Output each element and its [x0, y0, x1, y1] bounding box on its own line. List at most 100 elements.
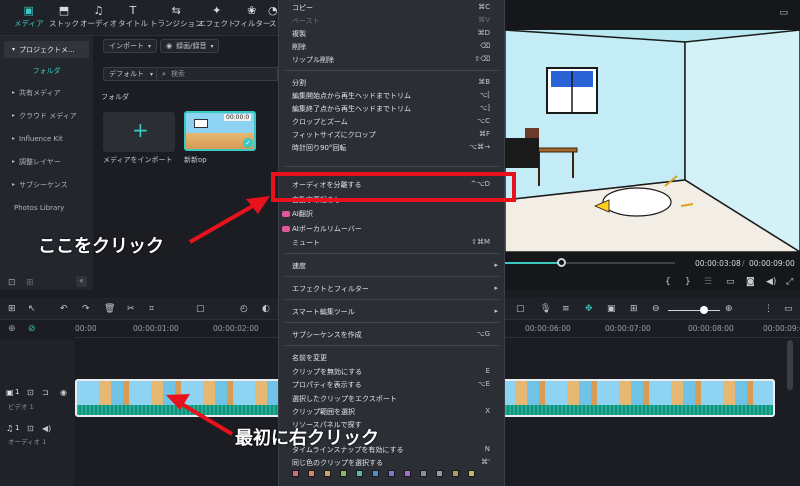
timeline-scrollbar[interactable] — [787, 340, 793, 390]
import-media-card[interactable]: + — [103, 112, 175, 152]
add-track-icon[interactable]: ⊕ — [8, 324, 16, 334]
color-swatch[interactable] — [436, 470, 443, 477]
menu-item-show-properties[interactable]: プロパティを表示する — [292, 380, 362, 390]
fullscreen-icon[interactable]: ⤢ — [786, 277, 793, 287]
snapshot-list-icon[interactable]: ☰ — [704, 277, 712, 287]
layout-icon[interactable]: ⊞ — [8, 304, 16, 314]
more-icon[interactable]: ⋮ — [764, 304, 773, 314]
menu-item-select-range[interactable]: クリップ範囲を選択 — [292, 407, 355, 417]
screen-icon[interactable]: ▭ — [779, 8, 788, 18]
color-swatch[interactable] — [388, 470, 395, 477]
color-swatch[interactable] — [292, 470, 299, 477]
menu-item-crop-zoom[interactable]: クロップとズーム — [292, 117, 348, 127]
link-icon[interactable]: ⊘ — [28, 324, 36, 334]
preview-scrubber-knob[interactable] — [557, 258, 567, 267]
redo-icon[interactable]: ↷ — [82, 304, 90, 314]
menu-item-delete[interactable]: 削除 — [292, 42, 306, 52]
folder-icon[interactable]: ⊡ — [27, 424, 34, 433]
menu-item-split[interactable]: 分割 — [292, 78, 306, 88]
menu-item-paste[interactable]: ペースト — [292, 16, 320, 26]
camera-icon[interactable]: ◙ — [746, 277, 755, 287]
folder-icon[interactable]: ⊞ — [26, 278, 34, 288]
tab-stock[interactable]: ⬒ ストック — [49, 4, 79, 34]
menu-item-smart-edit-tools[interactable]: スマート編集ツール — [292, 307, 355, 317]
preview-scrubber-track[interactable] — [505, 262, 675, 264]
record-button[interactable]: ◉ 録画/録音 ▾ — [160, 39, 220, 53]
crop-icon[interactable]: ⌗ — [149, 304, 154, 314]
undo-icon[interactable]: ↶ — [60, 304, 68, 314]
zoom-slider[interactable] — [668, 310, 720, 311]
tab-filter[interactable]: ❀ フィルター — [233, 4, 270, 34]
menu-item-rotate[interactable]: 時計回り90°回転 — [292, 143, 346, 153]
color-swatch[interactable] — [404, 470, 411, 477]
mark-out-icon[interactable]: } — [685, 277, 691, 287]
tab-title[interactable]: T タイトル — [118, 4, 148, 34]
menu-item-trim-end[interactable]: 編集終了点から再生ヘッドまでトリム — [292, 104, 411, 114]
speaker-icon[interactable]: ◀) — [42, 424, 51, 433]
tab-effect[interactable]: ✦ エフェクト — [198, 4, 236, 34]
menu-item-mute[interactable]: ミュート — [292, 238, 320, 248]
mark-in-icon[interactable]: { — [665, 277, 671, 287]
menu-item-ai-translate[interactable]: AI翻訳 — [292, 209, 313, 219]
trash-icon[interactable]: 🗑 — [104, 304, 115, 314]
tab-sticker[interactable]: ◔ ス — [268, 4, 278, 34]
menu-item-duplicate[interactable]: 複製 — [292, 29, 306, 39]
color-swatch[interactable] — [356, 470, 363, 477]
grid-icon[interactable]: ⊞ — [630, 304, 638, 314]
scissors-icon[interactable]: ✂ — [127, 304, 135, 314]
text-tool-icon[interactable]: ▢ — [196, 304, 205, 314]
volume-icon[interactable]: ◀) — [766, 277, 776, 287]
tab-transition[interactable]: ⇆ トランジション — [150, 4, 203, 34]
sidebar-item-subsequence[interactable]: ▸ サブシーケンス — [4, 176, 89, 193]
sidebar-item-cloud-media[interactable]: ▸ クラウド メディア — [4, 107, 89, 124]
speed-icon[interactable]: ◴ — [240, 304, 248, 314]
sidebar-item-adjustment-layer[interactable]: ▸ 調整レイヤー — [4, 153, 89, 170]
ai-icon[interactable]: ✥ — [585, 304, 593, 314]
color-swatch[interactable] — [372, 470, 379, 477]
monitor-icon[interactable]: ▭ — [726, 277, 735, 287]
menu-item-select-same-color[interactable]: 同じ色のクリップを選択する — [292, 458, 383, 468]
panel-icon[interactable]: ▭ — [784, 304, 793, 314]
menu-item-ripple-delete[interactable]: リップル削除 — [292, 55, 334, 65]
menu-item-rename[interactable]: 名前を変更 — [292, 353, 327, 363]
menu-item-create-subsequence[interactable]: サブシーケンスを作成 — [292, 330, 362, 340]
image-icon[interactable]: ▣ — [607, 304, 616, 314]
microphone-icon[interactable]: 🎙 — [540, 304, 551, 314]
zoom-out-icon[interactable]: ⊖ — [652, 304, 660, 314]
menu-item-trim-start[interactable]: 編集開始点から再生ヘッドまでトリム — [292, 91, 411, 101]
zoom-slider-knob[interactable] — [700, 306, 708, 314]
sidebar-item-folder[interactable]: フォルダ — [4, 62, 89, 80]
preview-video[interactable] — [505, 30, 800, 252]
sidebar-item-photos-library[interactable]: Photos Library — [4, 199, 89, 216]
menu-item-disable-clip[interactable]: クリップを無効にする — [292, 367, 362, 377]
list-icon[interactable]: ≡ — [562, 304, 570, 314]
shield-icon[interactable]: ▢ — [516, 304, 525, 314]
menu-item-speed[interactable]: 速度 — [292, 261, 306, 271]
color-swatch[interactable] — [308, 470, 315, 477]
tab-media[interactable]: ▣ メディア — [14, 4, 43, 34]
lock-icon[interactable]: ⊐ — [42, 388, 49, 397]
import-button[interactable]: インポート ▾ — [103, 39, 158, 53]
color-swatch[interactable] — [452, 470, 459, 477]
collapse-icon[interactable]: « — [76, 276, 87, 287]
zoom-in-icon[interactable]: ⊕ — [725, 304, 733, 314]
sidebar-item-shared-media[interactable]: ▸ 共有メディア — [4, 84, 89, 101]
sidebar-item-project-media[interactable]: ▾ プロジェクトメ... — [4, 41, 89, 58]
color-swatch[interactable] — [340, 470, 347, 477]
menu-item-export-selected[interactable]: 選択したクリップをエクスポート — [292, 394, 397, 404]
tab-audio[interactable]: ♫ オーディオ — [80, 4, 117, 34]
clip-thumbnail[interactable]: 00:00:0 ✓ — [184, 111, 256, 151]
select-tool-icon[interactable]: ↖ — [28, 304, 36, 314]
color-icon[interactable]: ◐ — [262, 304, 270, 314]
color-swatch[interactable] — [468, 470, 475, 477]
eye-icon[interactable]: ◉ — [60, 388, 67, 397]
menu-item-effects-filters[interactable]: エフェクトとフィルター — [292, 284, 369, 294]
sidebar-item-influence-kit[interactable]: ▸ Influence Kit — [4, 130, 89, 147]
color-swatch[interactable] — [324, 470, 331, 477]
menu-item-crop-fit[interactable]: フィットサイズにクロップ — [292, 130, 376, 140]
color-swatch[interactable] — [420, 470, 427, 477]
search-input[interactable]: ⌕ 検索 — [156, 67, 278, 81]
new-folder-icon[interactable]: ⊡ — [8, 278, 16, 288]
menu-item-ai-vocal-remover[interactable]: AIボーカルリムーバー — [292, 224, 362, 234]
folder-icon[interactable]: ⊡ — [27, 388, 34, 397]
